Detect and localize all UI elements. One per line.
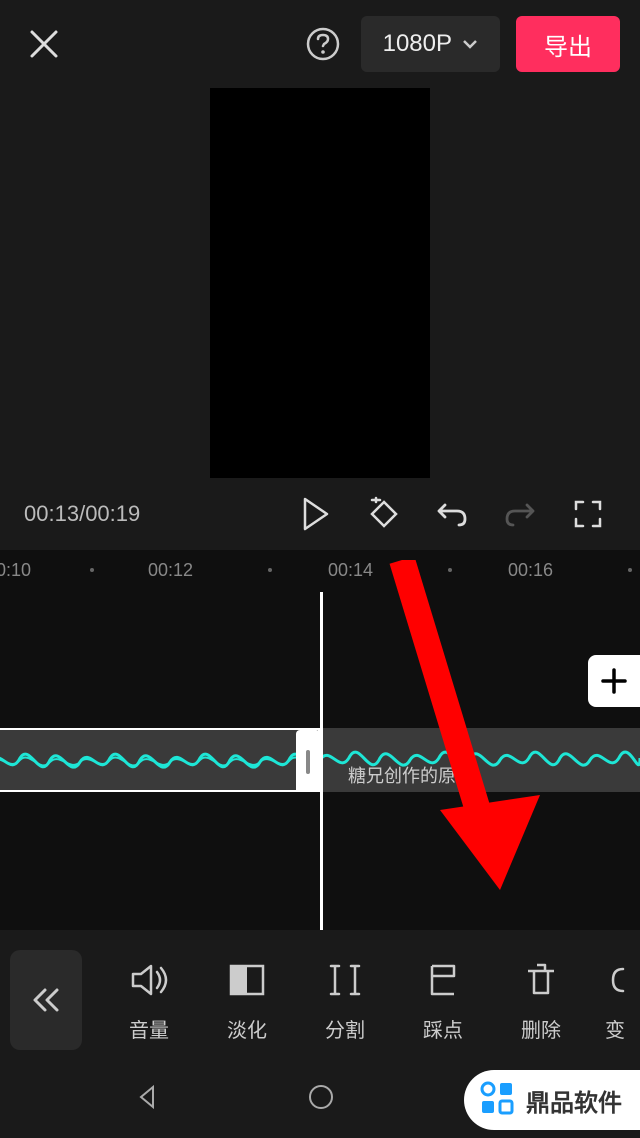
export-button[interactable]: 导出 — [516, 16, 620, 72]
volume-icon — [127, 958, 171, 1002]
audio-clip-label: 糖兄创作的原声 — [348, 762, 474, 788]
tool-beat[interactable]: 踩点 — [394, 958, 492, 1043]
tool-transform[interactable]: 变 — [590, 958, 640, 1043]
video-preview[interactable] — [210, 88, 430, 478]
help-button[interactable] — [301, 22, 345, 66]
fullscreen-button[interactable] — [560, 486, 616, 542]
waveform-icon — [0, 738, 320, 786]
watermark-badge: 鼎品软件 — [464, 1070, 640, 1130]
chevron-down-icon — [462, 39, 478, 49]
play-button[interactable] — [288, 486, 344, 542]
keyframe-button[interactable] — [356, 486, 412, 542]
nav-back[interactable] — [133, 1083, 161, 1116]
audio-clip-selected[interactable] — [0, 728, 320, 792]
resolution-label: 1080P — [383, 30, 452, 58]
beat-icon — [421, 958, 465, 1002]
clip-handle-right[interactable] — [296, 730, 320, 792]
header-bar: 1080P 导出 — [0, 0, 640, 88]
delete-icon — [519, 958, 563, 1002]
watermark-logo-icon — [476, 1079, 518, 1121]
transform-icon — [593, 958, 637, 1002]
undo-button[interactable] — [424, 486, 480, 542]
timeline-ruler: 0:10 00:12 00:14 00:16 — [0, 550, 640, 592]
tool-split[interactable]: 分割 — [296, 958, 394, 1043]
chevron-double-left-icon — [30, 986, 62, 1014]
bottom-toolbar: 音量 淡化 分割 踩点 删除 — [0, 940, 640, 1060]
close-button[interactable] — [20, 20, 68, 68]
time-display: 00:13/00:19 — [24, 501, 140, 527]
playhead[interactable] — [320, 592, 323, 930]
toolbar-back-button[interactable] — [10, 950, 82, 1050]
tool-fade[interactable]: 淡化 — [198, 958, 296, 1043]
nav-home[interactable] — [307, 1083, 335, 1116]
timeline[interactable]: 0:10 00:12 00:14 00:16 糖兄创作的原声 — [0, 550, 640, 930]
plus-icon — [600, 667, 628, 695]
redo-button[interactable] — [492, 486, 548, 542]
resolution-selector[interactable]: 1080P — [361, 16, 500, 72]
add-button[interactable] — [588, 655, 640, 707]
tool-volume[interactable]: 音量 — [100, 958, 198, 1043]
split-icon — [323, 958, 367, 1002]
tool-delete[interactable]: 删除 — [492, 958, 590, 1043]
fade-icon — [225, 958, 269, 1002]
playback-bar: 00:13/00:19 — [0, 478, 640, 550]
